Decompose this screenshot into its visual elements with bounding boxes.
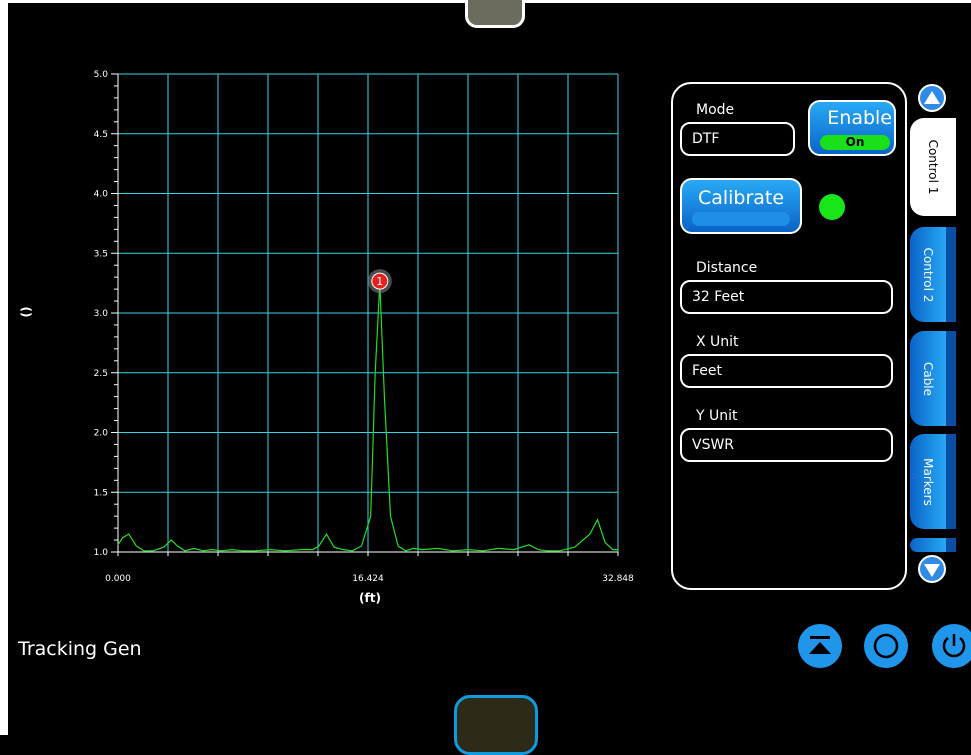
calibrate-label: Calibrate [697,187,785,209]
x-tick-label: 0.000 [105,574,131,584]
tab-next-partial[interactable] [910,538,956,552]
power-button[interactable] [932,624,971,668]
distance-label: Distance [696,260,758,276]
x-tick-label: 16.424 [352,574,384,584]
calibration-status-indicator [819,194,845,220]
y-tick-label: 4.5 [94,130,108,140]
circle-icon [873,633,899,659]
eject-button[interactable] [798,624,842,668]
dtf-chart: 1.0 1.5 2.0 2.5 3.0 3.5 4.0 4.5 5.0 0.000 16.424 32… [19,70,634,605]
tab-cable-label: Cable [921,361,935,396]
tab-cable[interactable]: Cable [910,331,956,426]
y-tick-label: 2.5 [94,369,108,379]
y-tick-label: 1.0 [94,548,109,558]
tab-markers[interactable]: Markers [910,434,956,529]
y-tick-label: 4.0 [94,190,109,200]
triangle-down-icon [924,564,940,577]
calibrate-button[interactable]: Calibrate [680,178,802,234]
mode-title: Tracking Gen [18,638,142,660]
enable-state: On [820,135,890,150]
tab-control-1[interactable]: Control 1 [910,118,956,216]
scroll-up-button[interactable] [918,84,946,112]
y-tick-label: 3.0 [94,309,109,319]
power-icon [942,634,966,658]
y-axis-label: () [19,307,33,318]
y-tick-label: 1.5 [94,488,108,498]
marker-1-label: 1 [376,275,383,288]
y-tick-label: 3.5 [94,249,108,259]
y-tick-label: 5.0 [94,70,109,80]
bottom-handle[interactable] [454,695,538,755]
tab-control-1-label: Control 1 [926,139,940,195]
enable-label: Enable [827,107,892,129]
tab-control-2-label: Control 2 [921,247,935,302]
yunit-field[interactable]: VSWR [680,428,893,462]
mode-field[interactable]: DTF [680,122,795,156]
tab-control-2[interactable]: Control 2 [910,227,956,322]
distance-field[interactable]: 32 Feet [680,280,893,314]
enable-button[interactable]: Enable On [808,100,896,156]
circle-button[interactable] [864,624,908,668]
calibrate-gloss [692,212,790,226]
scroll-down-button[interactable] [918,555,946,583]
yunit-label: Y Unit [696,408,738,424]
y-tick-label: 2.0 [94,429,109,439]
x-axis-label: (ft) [359,591,381,605]
xunit-label: X Unit [696,334,739,350]
x-tick-label: 32.848 [602,574,634,584]
mode-label: Mode [696,102,735,118]
eject-icon [809,636,831,654]
xunit-field[interactable]: Feet [680,354,893,388]
tab-markers-label: Markers [921,457,935,506]
triangle-up-icon [924,91,940,104]
